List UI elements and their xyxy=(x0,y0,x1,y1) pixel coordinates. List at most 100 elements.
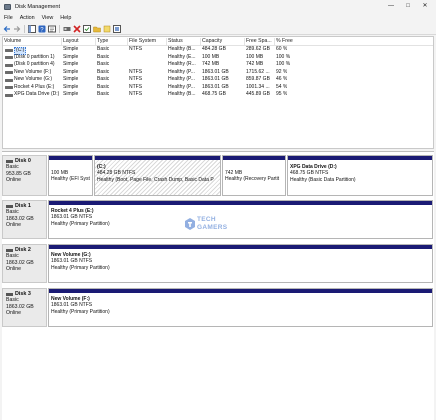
volume-icon xyxy=(5,48,13,52)
toolbar: ? xyxy=(0,23,436,35)
partition-g[interactable]: New Volume (G:) 1863.01 GB NTFS Healthy … xyxy=(48,244,433,283)
column-header-volume[interactable]: Volume xyxy=(3,38,61,45)
partition-status: Healthy (Recovery Partit xyxy=(225,176,280,183)
back-icon[interactable] xyxy=(3,25,11,33)
disk-management-window: Disk Management — □ ✕ File Action View H… xyxy=(0,0,436,420)
column-header-percent-free[interactable]: % Free xyxy=(274,38,320,45)
menu-action[interactable]: Action xyxy=(20,15,35,21)
partition-e[interactable]: Rocket 4 Plus (E:) 1863.01 GB NTFS Healt… xyxy=(48,200,433,239)
partition-c[interactable]: (C:) 484.28 GB NTFS Healthy (Boot, Page … xyxy=(94,155,221,196)
volume-percent-free: 100 % xyxy=(276,53,291,60)
table-row[interactable]: (Disk 0 partition 1) Simple Basic Health… xyxy=(3,53,433,62)
menu-bar: File Action View Help xyxy=(0,13,78,23)
volume-icon xyxy=(5,56,13,59)
menu-view[interactable]: View xyxy=(42,15,54,21)
help-icon[interactable]: ? xyxy=(38,25,46,33)
volume-percent-free: 92 % xyxy=(276,68,288,75)
volume-status: Healthy (R... xyxy=(168,61,196,67)
volume-free-space: 445.89 GB xyxy=(246,91,270,97)
refresh-icon[interactable] xyxy=(63,25,71,33)
disk-state: Online xyxy=(6,222,21,229)
volume-free-space: 289.62 GB xyxy=(246,46,270,52)
toolbar-separator xyxy=(59,24,60,33)
partition-status: Healthy (Primary Partition) xyxy=(51,220,110,227)
partition-efi[interactable]: 100 MB Healthy (EFI Syst xyxy=(48,155,93,196)
volume-layout: Simple xyxy=(63,61,79,67)
volume-status: Healthy (E... xyxy=(168,53,196,60)
volume-layout: Simple xyxy=(63,46,79,52)
console-tree-icon[interactable] xyxy=(28,24,36,33)
volume-icon xyxy=(5,71,13,74)
volume-icon xyxy=(5,93,13,97)
delete-icon[interactable] xyxy=(73,24,81,33)
volume-layout: Simple xyxy=(63,76,79,82)
volume-free-space: 742 MB xyxy=(246,61,264,67)
toolbar-separator xyxy=(24,24,25,33)
volume-type: Basic xyxy=(97,83,110,90)
rescan-icon[interactable] xyxy=(103,25,111,33)
volume-name: New Volume (G:) xyxy=(14,76,53,82)
disk-label[interactable]: Disk 3 Basic 1863.02 GB Online xyxy=(2,288,47,327)
maximize-button[interactable]: □ xyxy=(399,2,417,11)
volume-layout: Simple xyxy=(63,53,79,60)
table-row[interactable]: (Disk 0 partition 4) Simple Basic Health… xyxy=(3,61,433,69)
volume-status: Healthy (P... xyxy=(168,68,195,75)
volume-capacity: 1863.01 GB xyxy=(202,83,229,90)
title-bar: Disk Management — □ ✕ xyxy=(0,0,436,13)
column-header-free-space[interactable]: Free Spa... xyxy=(244,38,274,45)
volume-percent-free: 100 % xyxy=(276,61,291,67)
volume-file-system: NTFS xyxy=(129,68,143,75)
partition-f[interactable]: New Volume (F:) 1863.01 GB NTFS Healthy … xyxy=(48,288,433,327)
partition-d[interactable]: XPG Data Drive (D:) 468.75 GB NTFS Healt… xyxy=(287,155,433,196)
tech-gamers-watermark: TECH GAMERS xyxy=(185,214,227,236)
disk-label[interactable]: Disk 0 Basic 953.85 GB Online xyxy=(2,155,47,196)
volume-free-space: 859.87 GB xyxy=(246,76,270,82)
partition-status: Healthy (Primary Partition) xyxy=(51,264,110,271)
disk-row-3: Disk 3 Basic 1863.02 GB Online New Volum… xyxy=(2,288,434,327)
disk-row-2: Disk 2 Basic 1863.02 GB Online New Volum… xyxy=(2,244,434,283)
volume-layout: Simple xyxy=(63,91,79,97)
disk-state: Online xyxy=(6,310,21,317)
partition-bar xyxy=(49,156,92,160)
table-row[interactable]: XPG Data Drive (D:) Simple Basic NTFS He… xyxy=(3,91,433,99)
forward-icon[interactable] xyxy=(13,25,21,33)
column-header-capacity[interactable]: Capacity xyxy=(200,38,244,45)
column-header-type[interactable]: Type xyxy=(95,38,127,45)
partition-bar xyxy=(95,156,220,160)
column-header-status[interactable]: Status xyxy=(166,38,200,45)
export-icon[interactable] xyxy=(113,24,121,33)
column-header-file-system[interactable]: File System xyxy=(127,38,166,45)
properties-icon[interactable] xyxy=(48,25,56,33)
close-button[interactable]: ✕ xyxy=(416,2,434,11)
folder-icon[interactable] xyxy=(93,25,101,33)
volume-capacity: 1863.01 GB xyxy=(202,68,229,75)
minimize-button[interactable]: — xyxy=(382,2,400,11)
column-header-layout[interactable]: Layout xyxy=(61,38,95,45)
volume-capacity: 484.28 GB xyxy=(202,46,226,52)
table-row[interactable]: (C:) Simple Basic NTFS Healthy (B... 484… xyxy=(3,46,433,55)
disk-label[interactable]: Disk 2 Basic 1863.02 GB Online xyxy=(2,244,47,283)
volume-capacity: 100 MB xyxy=(202,53,220,60)
table-row[interactable]: New Volume (G:) Simple Basic NTFS Health… xyxy=(3,76,433,84)
disk-map: Disk 0 Basic 953.85 GB Online 100 MB Hea… xyxy=(2,151,434,420)
volume-status: Healthy (B... xyxy=(168,46,196,52)
volume-list[interactable]: Volume Layout Type File System Status Ca… xyxy=(2,36,434,149)
partition-status: Healthy (Basic Data Partition) xyxy=(290,176,356,183)
check-icon[interactable] xyxy=(83,24,91,33)
volume-percent-free: 60 % xyxy=(276,46,288,52)
volume-capacity: 1863.01 GB xyxy=(202,76,229,82)
partition-bar xyxy=(49,245,432,249)
table-row[interactable]: Rocket 4 Plus (E:) Simple Basic NTFS Hea… xyxy=(3,83,433,92)
partition-recovery[interactable]: 742 MB Healthy (Recovery Partit xyxy=(222,155,286,196)
table-row[interactable]: New Volume (F:) Simple Basic NTFS Health… xyxy=(3,68,433,77)
volume-file-system: NTFS xyxy=(129,83,143,90)
volume-name: XPG Data Drive (D:) xyxy=(14,91,60,97)
disk-label[interactable]: Disk 1 Basic 1863.02 GB Online xyxy=(2,200,47,239)
disk-state: Online xyxy=(6,266,21,273)
menu-file[interactable]: File xyxy=(4,15,13,21)
disk-row-0: Disk 0 Basic 953.85 GB Online 100 MB Hea… xyxy=(2,155,434,196)
volume-status: Healthy (B... xyxy=(168,91,196,97)
volume-file-system: NTFS xyxy=(129,76,143,82)
volume-free-space: 1715.62 ... xyxy=(246,68,270,75)
menu-help[interactable]: Help xyxy=(60,15,71,21)
